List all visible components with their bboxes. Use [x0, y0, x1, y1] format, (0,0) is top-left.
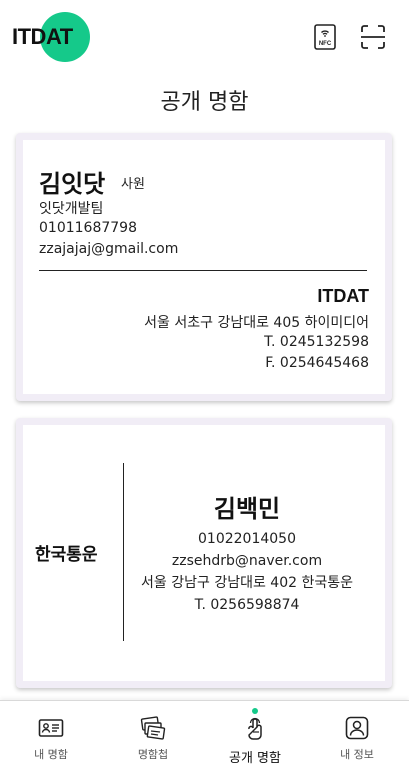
card-details: 김백민 01022014050 zzsehdrb@naver.com 서울 강남… — [127, 489, 367, 616]
itdat-logo[interactable]: ITDAT — [10, 12, 96, 62]
card-divider — [39, 270, 367, 271]
card-tel: T. 0256598874 — [194, 597, 300, 613]
page-title: 공개 명함 — [160, 90, 249, 115]
nav-label: 내 명함 — [34, 748, 68, 761]
card-company: 한국통운 — [35, 545, 98, 565]
logo-text: ITDAT — [12, 24, 73, 49]
nav-item-card-book[interactable]: 명함첩 — [102, 701, 204, 772]
scan-icon — [361, 25, 385, 49]
nav-item-public-card[interactable]: 공개 명함 — [204, 701, 306, 772]
card-divider — [123, 463, 124, 641]
nav-label: 공개 명함 — [229, 751, 281, 766]
card-holder-name: 김백민 — [213, 495, 281, 523]
id-card-icon — [38, 719, 64, 737]
nfc-button[interactable]: NFC — [313, 24, 337, 50]
nav-label: 내 정보 — [340, 748, 374, 761]
nfc-icon: NFC — [314, 24, 336, 50]
nav-item-my-card[interactable]: 내 명함 — [0, 701, 102, 772]
card-address: 서울 강남구 강남대로 402 한국통운 — [141, 575, 353, 591]
card-company: ITDAT — [317, 286, 369, 306]
card-tel: T. 0245132598 — [264, 334, 369, 350]
nav-item-my-info[interactable]: 내 정보 — [306, 701, 408, 772]
card-fax: F. 0254645468 — [265, 355, 369, 371]
business-card[interactable]: 김잇닷 사원 잇닷개발팀 01011687798 zzajajaj@gmail.… — [16, 133, 392, 401]
bottom-nav: 내 명함 명함첩 공개 명함 내 정보 — [0, 700, 409, 772]
card-department: 잇닷개발팀 — [39, 201, 104, 217]
card-holder-rank: 사원 — [121, 177, 145, 192]
nav-label: 명함첩 — [137, 748, 169, 761]
card-stack-icon — [140, 716, 166, 740]
touch-hand-icon — [248, 717, 262, 740]
card-address: 서울 서초구 강남대로 405 하이미디어 — [144, 315, 369, 331]
nfc-label: NFC — [319, 41, 332, 47]
card-phone: 01011687798 — [39, 220, 137, 236]
card-phone: 01022014050 — [198, 531, 296, 547]
scan-button[interactable] — [360, 24, 386, 50]
top-bar: ITDAT NFC — [0, 0, 409, 76]
business-card[interactable]: 한국통운 김백민 01022014050 zzsehdrb@naver.com … — [16, 418, 392, 688]
user-profile-icon — [345, 716, 369, 740]
card-email: zzajajaj@gmail.com — [39, 241, 179, 257]
card-email: zzsehdrb@naver.com — [171, 553, 323, 569]
active-indicator-dot — [252, 708, 258, 714]
card-holder-name: 김잇닷 — [39, 170, 106, 198]
